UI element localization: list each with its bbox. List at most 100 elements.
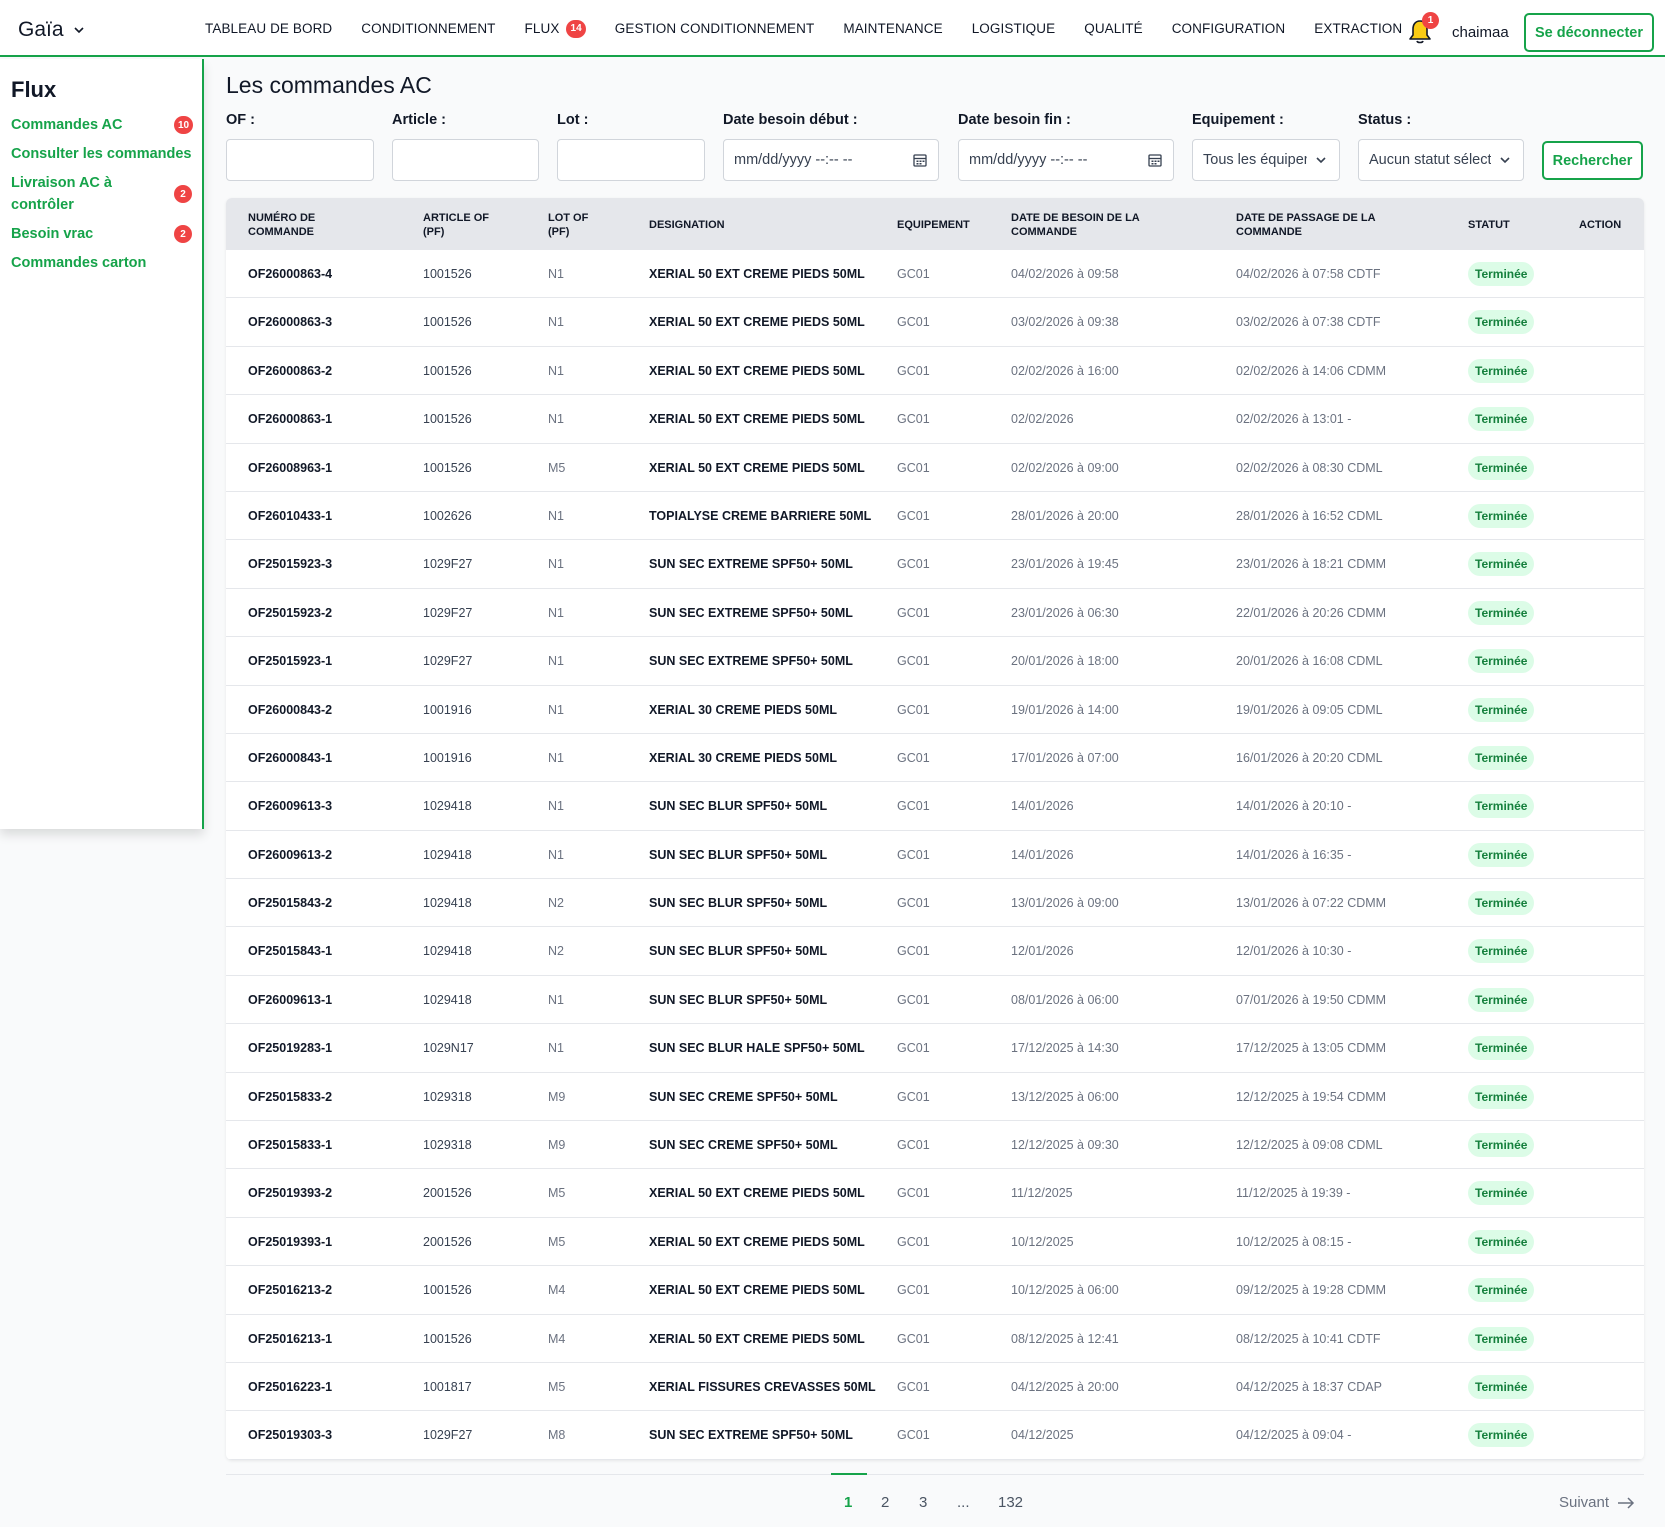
table-row[interactable]: OF25016213-1 1001526 M4 XERIAL 50 EXT CREME…	[226, 1315, 1644, 1363]
th-article[interactable]: ARTICLE OF (PF)	[423, 211, 489, 239]
lot-cell: N1	[548, 847, 564, 862]
date-besoin-cell: 02/02/2026 à 16:00	[1011, 363, 1119, 378]
th-statut[interactable]: STATUT	[1468, 218, 1510, 232]
table-row[interactable]: OF25015833-2 1029318 M9 SUN SEC CREME SPF50…	[226, 1073, 1644, 1122]
lot-input[interactable]	[557, 139, 705, 181]
nav-label: QUALITÉ	[1084, 21, 1143, 36]
equipment-cell: GC01	[897, 1234, 930, 1249]
date-besoin-cell: 10/12/2025	[1011, 1234, 1074, 1249]
th-numero[interactable]: NUMÉRO DE COMMANDE	[248, 211, 315, 239]
table-row[interactable]: OF26009613-2 1029418 N1 SUN SEC BLUR SPF50+…	[226, 831, 1644, 880]
status-select[interactable]: Aucun statut sélectionné	[1358, 139, 1524, 181]
nav-qualite[interactable]: QUALITÉ	[1084, 21, 1142, 36]
page-last-link[interactable]: 132	[998, 1494, 1023, 1511]
lot-cell: N1	[548, 654, 564, 669]
next-page-button[interactable]: Suivant	[1559, 1494, 1635, 1511]
article-cell: 1029418	[423, 992, 472, 1007]
nav-maintenance[interactable]: MAINTENANCE	[843, 21, 942, 36]
table-row[interactable]: OF25015923-2 1029F27 N1 SUN SEC EXTREME SPF…	[226, 589, 1644, 638]
th-equipement[interactable]: EQUIPEMENT	[897, 218, 970, 232]
app-switcher[interactable]: Gaïa	[18, 18, 86, 42]
equipment-label: Equipement :	[1192, 112, 1284, 128]
table-row[interactable]: OF25015833-1 1029318 M9 SUN SEC CREME SPF50…	[226, 1121, 1644, 1170]
lot-cell: M9	[548, 1089, 566, 1104]
sidebar-item-label: Commandes AC	[11, 117, 123, 133]
article-cell: 1001916	[423, 702, 472, 717]
nav-gestion-conditionnement[interactable]: GESTION CONDITIONNEMENT	[615, 21, 815, 36]
date-start-input[interactable]: mm/dd/yyyy --:-- --	[723, 139, 939, 181]
th-action: ACTION	[1579, 218, 1621, 232]
sidebar-item-commandes-carton[interactable]: Commandes carton	[11, 252, 146, 274]
article-cell: 1001526	[423, 315, 472, 330]
th-date-besoin[interactable]: DATE DE BESOIN DE LA COMMANDE	[1011, 211, 1140, 239]
table-row[interactable]: OF25016213-2 1001526 M4 XERIAL 50 EXT CREME…	[226, 1266, 1644, 1315]
calendar-icon[interactable]	[912, 152, 928, 168]
date-besoin-cell: 23/01/2026 à 19:45	[1011, 557, 1119, 572]
table-row[interactable]: OF26009613-1 1029418 N1 SUN SEC BLUR SPF50+…	[226, 976, 1644, 1025]
equipment-select[interactable]: Tous les équipements	[1192, 139, 1340, 181]
lot-cell: M5	[548, 1186, 566, 1201]
calendar-icon[interactable]	[1147, 152, 1163, 168]
nav-configuration[interactable]: CONFIGURATION	[1172, 21, 1286, 36]
search-button[interactable]: Rechercher	[1542, 141, 1643, 180]
th-lot[interactable]: LOT OF (PF)	[548, 211, 588, 239]
page-3-link[interactable]: 3	[919, 1494, 927, 1511]
equipment-selected-value: Tous les équipements	[1203, 152, 1307, 168]
table-row[interactable]: OF26000863-3 1001526 N1 XERIAL 50 EXT CREME…	[226, 298, 1644, 347]
th-designation[interactable]: DESIGNATION	[649, 218, 725, 232]
table-row[interactable]: OF25015843-2 1029418 N2 SUN SEC BLUR SPF50+…	[226, 879, 1644, 928]
order-number-cell: OF26009613-2	[248, 847, 333, 862]
status-badge: Terminée	[1468, 891, 1535, 916]
logout-button[interactable]: Se déconnecter	[1524, 13, 1654, 52]
sidebar-item-besoin-vrac[interactable]: Besoin vrac	[11, 223, 93, 245]
table-row[interactable]: OF25015923-3 1029F27 N1 SUN SEC EXTREME SPF…	[226, 540, 1644, 589]
designation-cell: XERIAL 50 EXT CREME PIEDS 50ML	[649, 315, 865, 330]
sidebar-item-commandes-ac[interactable]: Commandes AC	[11, 114, 122, 136]
table-row[interactable]: OF26009613-3 1029418 N1 SUN SEC BLUR SPF50+…	[226, 782, 1644, 831]
page-title: Les commandes AC	[226, 72, 432, 98]
sidebar-item-livraison-ac[interactable]: Livraison AC à contrôler	[11, 172, 131, 216]
nav-logistique[interactable]: LOGISTIQUE	[972, 21, 1056, 36]
order-number-cell: OF25019303-3	[248, 1428, 333, 1443]
table-row[interactable]: OF25015843-1 1029418 N2 SUN SEC BLUR SPF50+…	[226, 927, 1644, 976]
table-row[interactable]: OF25019303-3 1029F27 M8 SUN SEC EXTREME SPF…	[226, 1411, 1644, 1460]
date-besoin-cell: 14/01/2026	[1011, 847, 1074, 862]
table-row[interactable]: OF26000863-2 1001526 N1 XERIAL 50 EXT CREME…	[226, 347, 1644, 396]
date-passage-cell: 03/02/2026 à 07:38 CDTF	[1236, 315, 1381, 330]
notifications-button[interactable]: 1	[1406, 12, 1439, 46]
sidebar-item-consulter-commandes[interactable]: Consulter les commandes	[11, 143, 192, 165]
lot-cell: M4	[548, 1331, 566, 1346]
th-date-passage[interactable]: DATE DE PASSAGE DE LA COMMANDE	[1236, 211, 1376, 239]
table-row[interactable]: OF26000843-1 1001916 N1 XERIAL 30 CREME PIE…	[226, 734, 1644, 783]
nav-conditionnement[interactable]: CONDITIONNEMENT	[361, 21, 495, 36]
page-1-link[interactable]: 1	[844, 1494, 852, 1511]
equipment-cell: GC01	[897, 1041, 930, 1056]
nav-flux[interactable]: FLUX 14	[525, 19, 586, 38]
article-cell: 1029N17	[423, 1041, 474, 1056]
order-number-cell: OF25019283-1	[248, 1041, 333, 1056]
nav-tableau-de-bord[interactable]: TABLEAU DE BORD	[205, 21, 332, 36]
article-input[interactable]	[392, 139, 539, 181]
th-text: (PF)	[423, 226, 445, 238]
nav-extraction[interactable]: EXTRACTION	[1314, 21, 1402, 36]
table-row[interactable]: OF25019393-2 2001526 M5 XERIAL 50 EXT CREME…	[226, 1169, 1644, 1218]
date-end-input[interactable]: mm/dd/yyyy --:-- --	[958, 139, 1174, 181]
table-row[interactable]: OF26008963-1 1001526 M5 XERIAL 50 EXT CREME…	[226, 444, 1644, 492]
of-input[interactable]	[226, 139, 374, 181]
equipment-cell: GC01	[897, 896, 930, 911]
table-row[interactable]: OF26000863-4 1001526 N1 XERIAL 50 EXT CREME…	[226, 250, 1644, 299]
th-text: EQUIPEMENT	[897, 219, 970, 231]
table-row[interactable]: OF25015923-1 1029F27 N1 SUN SEC EXTREME SPF…	[226, 637, 1644, 686]
page-2-link[interactable]: 2	[881, 1494, 889, 1511]
table-row[interactable]: OF26010433-1 1002626 N1 TOPIALYSE CREME BAR…	[226, 492, 1644, 541]
article-cell: 1001526	[423, 412, 472, 427]
table-row[interactable]: OF26000863-1 1001526 N1 XERIAL 50 EXT CREME…	[226, 395, 1644, 444]
table-row[interactable]: OF25019393-1 2001526 M5 XERIAL 50 EXT CREME…	[226, 1218, 1644, 1267]
table-row[interactable]: OF25016223-1 1001817 M5 XERIAL FISSURES CRE…	[226, 1363, 1644, 1412]
equipment-cell: GC01	[897, 944, 930, 959]
equipment-cell: GC01	[897, 460, 930, 475]
table-row[interactable]: OF26000843-2 1001916 N1 XERIAL 30 CREME PIE…	[226, 686, 1644, 734]
table-row[interactable]: OF25019283-1 1029N17 N1 SUN SEC BLUR HALE S…	[226, 1024, 1644, 1073]
order-number-cell: OF26000863-2	[248, 363, 333, 378]
lot-cell: M9	[548, 1138, 566, 1153]
